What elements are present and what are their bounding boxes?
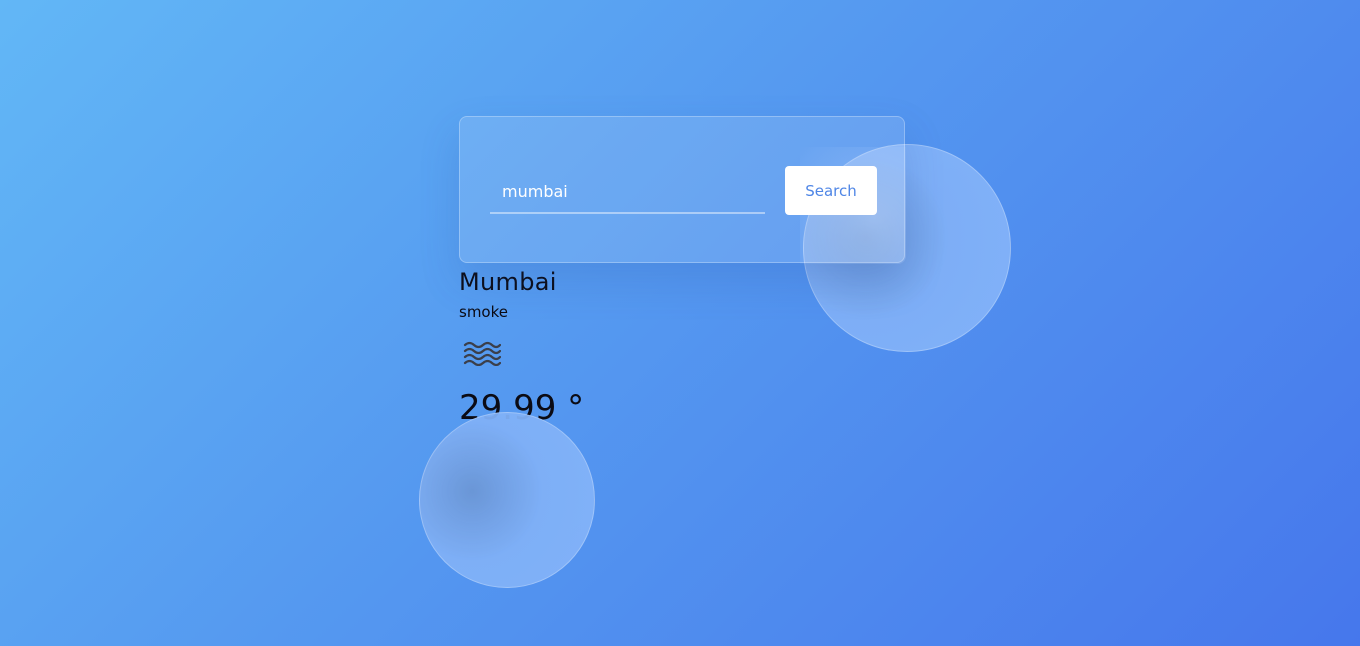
search-button[interactable]: Search bbox=[785, 166, 877, 215]
weather-app: { "search": { "value": "mumbai", "button… bbox=[0, 0, 1360, 646]
city-search-input[interactable] bbox=[490, 170, 765, 214]
weather-condition: smoke bbox=[459, 303, 508, 321]
search-card: Search bbox=[459, 116, 906, 264]
haze-waves-icon bbox=[463, 341, 501, 366]
weather-result: Mumbai smoke 29.99 ° bbox=[459, 264, 584, 428]
city-name: Mumbai bbox=[459, 268, 557, 296]
decorative-circle-left bbox=[419, 412, 595, 588]
